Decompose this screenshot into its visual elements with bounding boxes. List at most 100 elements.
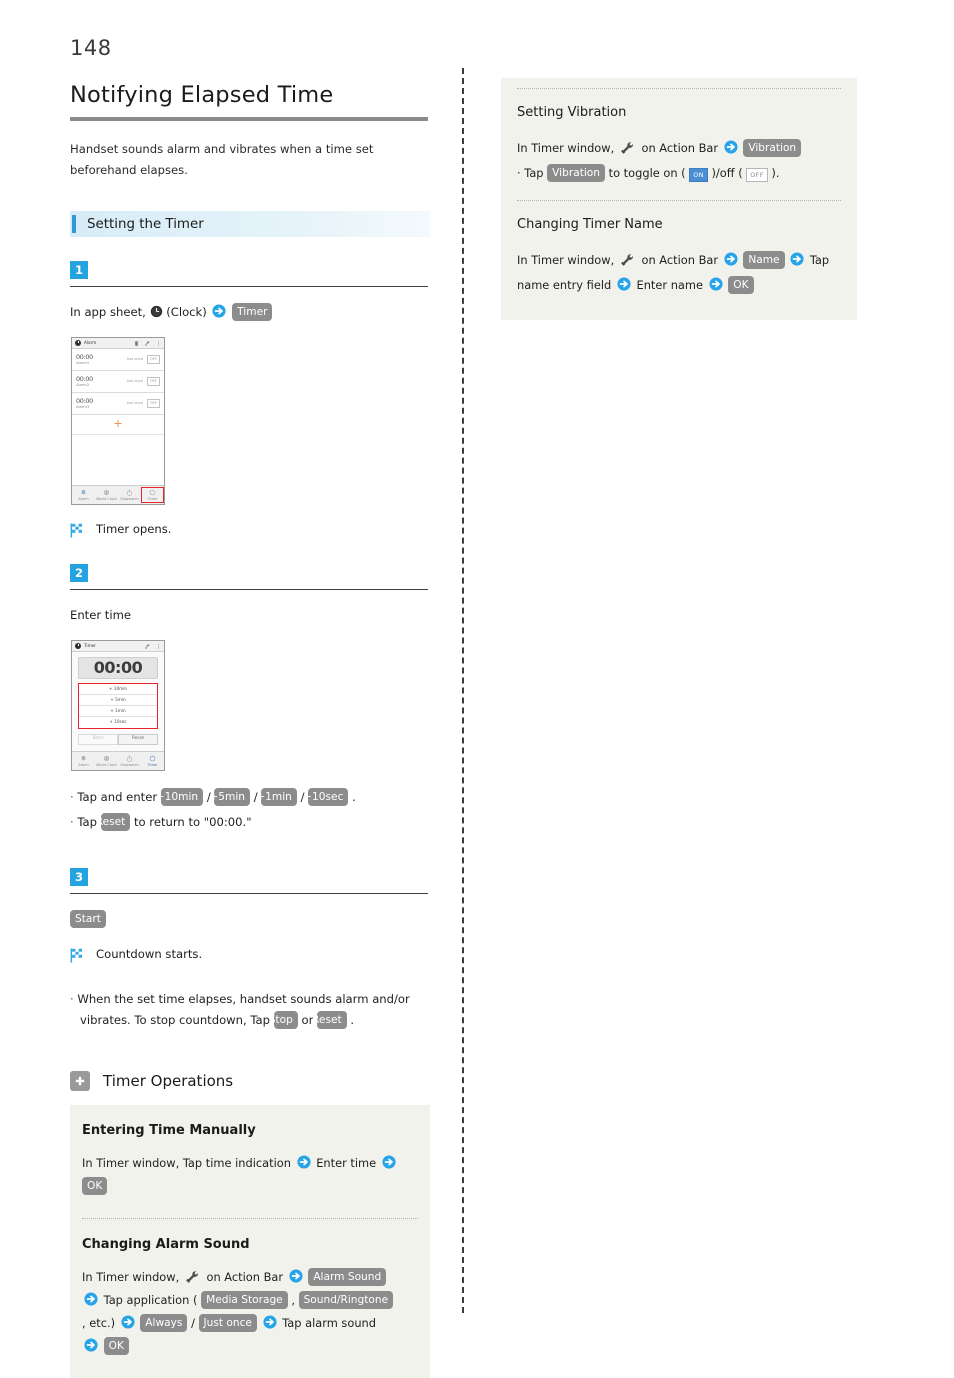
- op2-text-5: Tap alarm sound: [282, 1316, 377, 1330]
- chip-vibration[interactable]: Vibration: [743, 139, 802, 157]
- chip-start[interactable]: Start: [70, 910, 106, 928]
- chip-reset[interactable]: Reset: [96, 813, 131, 831]
- op1-text-1: In Timer window, Tap time indication: [82, 1156, 291, 1170]
- operations-header: Timer Operations: [70, 1071, 430, 1091]
- wrench-icon[interactable]: [145, 340, 150, 347]
- document-page: 148 Notifying Elapsed Time Handset sound…: [0, 0, 954, 1378]
- chip-sound-ringtone[interactable]: Sound/Ringtone: [298, 1291, 394, 1309]
- alarm-time-block: 00:00 Alarm3: [76, 397, 102, 409]
- alarm-action-icons: [134, 340, 161, 347]
- nav-tab-world-clock-label: World Clock: [96, 496, 117, 501]
- timer-add-5min[interactable]: + 5min: [79, 695, 157, 706]
- alarm-row[interactable]: 00:00 Alarm1 Just once OFF: [72, 349, 164, 371]
- operation-body-changing-alarm-sound: In Timer window, on Action Bar Alarm Sou…: [82, 1266, 418, 1358]
- nav-tab-timer[interactable]: Timer: [141, 753, 164, 770]
- intro-paragraph: Handset sounds alarm and vibrates when a…: [70, 142, 374, 177]
- bullet-dot: ·: [70, 992, 74, 1006]
- step-3-result: Countdown starts.: [70, 946, 430, 963]
- alarm-repeat: Just once: [126, 356, 143, 361]
- alarm-toggle[interactable]: OFF: [147, 355, 160, 364]
- chip-always[interactable]: Always: [140, 1314, 188, 1332]
- alarm-action-bar: Alarm: [72, 338, 164, 349]
- bullet-2-suffix: to return to "00:00.": [133, 815, 252, 829]
- nav-tab-stopwatch-label: Stopwatch: [120, 762, 139, 767]
- step-1-result-text: Timer opens.: [96, 522, 172, 536]
- arrow-right-icon: [724, 140, 738, 154]
- nav-tab-alarm[interactable]: Alarm: [72, 487, 95, 504]
- timer-add-10min[interactable]: + 10min: [79, 684, 157, 695]
- nav-tab-alarm[interactable]: Alarm: [72, 753, 95, 770]
- checkered-flag-icon: [70, 948, 82, 963]
- clock-app-icon: [75, 340, 81, 346]
- chip-plus-5min[interactable]: +5min: [209, 788, 251, 806]
- timer-add-1min[interactable]: + 1min: [79, 706, 157, 717]
- nav-tab-timer[interactable]: Timer: [141, 486, 164, 504]
- alarm-row[interactable]: 00:00 Alarm3 Just once OFF: [72, 393, 164, 415]
- right-heading-setting-vibration: Setting Vibration: [517, 105, 627, 120]
- stopwatch-icon: [126, 755, 133, 762]
- bullet-dot: ·: [517, 166, 521, 180]
- chip-media-storage[interactable]: Media Storage: [201, 1291, 288, 1309]
- timer-icon: [149, 755, 156, 761]
- setting-vibration-block: Setting Vibration In Timer window, on Ac…: [517, 89, 841, 200]
- chip-name[interactable]: Name: [743, 251, 785, 269]
- step-2-bullets: · Tap and enter +10min / +5min / +1min /…: [70, 785, 430, 834]
- step-2-bullet-2: · Tap Reset to return to "00:00.": [70, 810, 430, 834]
- op2-text-2: on Action Bar: [206, 1270, 284, 1284]
- overflow-menu-icon[interactable]: [156, 340, 161, 347]
- chip-ok[interactable]: OK: [82, 1177, 108, 1195]
- bullet-dot: ·: [70, 790, 74, 804]
- changing-timer-name-body: In Timer window, on Action Bar Name Tap …: [517, 248, 841, 298]
- add-alarm-button[interactable]: +: [72, 415, 164, 435]
- nav-tab-world-clock-label: World Clock: [96, 762, 117, 767]
- chip-stop[interactable]: Stop: [269, 1011, 298, 1029]
- nav-tab-world-clock[interactable]: World Clock: [95, 753, 118, 770]
- chip-ok[interactable]: OK: [728, 276, 754, 294]
- timer-add-10sec[interactable]: + 10sec: [79, 717, 157, 728]
- chip-reset-2[interactable]: Reset: [312, 1011, 347, 1029]
- nav-tab-world-clock[interactable]: World Clock: [95, 487, 118, 504]
- toggle-off-badge: OFF: [746, 168, 768, 182]
- chip-timer[interactable]: Timer: [232, 303, 273, 321]
- op2-comma: ,: [291, 1293, 295, 1307]
- overflow-menu-icon[interactable]: [156, 643, 161, 650]
- chip-vibration-2[interactable]: Vibration: [547, 164, 605, 182]
- step-rule-1: [70, 286, 428, 287]
- nav-tab-stopwatch[interactable]: Stopwatch: [118, 753, 141, 770]
- arrow-right-icon: [212, 304, 227, 318]
- rbox-bottom-pad: [517, 312, 841, 320]
- step-3-note-end: .: [350, 1013, 355, 1027]
- rn-text-3a: Tap: [809, 253, 830, 267]
- chip-plus-10sec[interactable]: +10sec: [303, 788, 349, 806]
- op2-slash: /: [191, 1316, 195, 1330]
- alarm-toggle[interactable]: OFF: [147, 377, 160, 386]
- step-2-instruction: Enter time: [70, 608, 131, 622]
- step-rule-3: [70, 893, 428, 894]
- rv-text-1: In Timer window,: [517, 141, 615, 155]
- timer-time-display[interactable]: 00:00: [78, 657, 158, 679]
- column-divider: [462, 68, 464, 1313]
- chip-ok[interactable]: OK: [103, 1337, 129, 1355]
- alarm-bell-icon: [81, 489, 86, 495]
- alarm-empty-space: [72, 435, 164, 485]
- chip-just-once[interactable]: Just once: [198, 1314, 257, 1332]
- alarm-toggle[interactable]: OFF: [147, 399, 160, 408]
- alarm-name: Alarm2: [76, 382, 90, 387]
- nav-tab-alarm-label: Alarm: [78, 762, 89, 767]
- trash-icon[interactable]: [134, 340, 139, 347]
- nav-tab-stopwatch[interactable]: Stopwatch: [118, 487, 141, 504]
- operations-title: Timer Operations: [103, 1072, 234, 1090]
- alarm-time-block: 00:00 Alarm1: [76, 353, 102, 365]
- chip-plus-10min[interactable]: +10min: [156, 788, 204, 806]
- wrench-icon[interactable]: [145, 643, 150, 650]
- alarm-row[interactable]: 00:00 Alarm2 Just once OFF: [72, 371, 164, 393]
- arrow-right-icon: [617, 277, 631, 291]
- alarm-app-title: Alarm: [84, 339, 97, 345]
- arrow-right-icon: [289, 1269, 303, 1283]
- chip-plus-1min[interactable]: +1min: [256, 788, 297, 806]
- clock-bottom-nav: Alarm World Clock Stopwatch Timer: [72, 485, 164, 504]
- chip-alarm-sound[interactable]: Alarm Sound: [308, 1268, 387, 1286]
- timer-add-buttons-group: + 10min + 5min + 1min + 10sec: [78, 683, 158, 729]
- timer-start-button[interactable]: Start: [78, 734, 118, 745]
- timer-reset-button[interactable]: Reset: [118, 734, 158, 745]
